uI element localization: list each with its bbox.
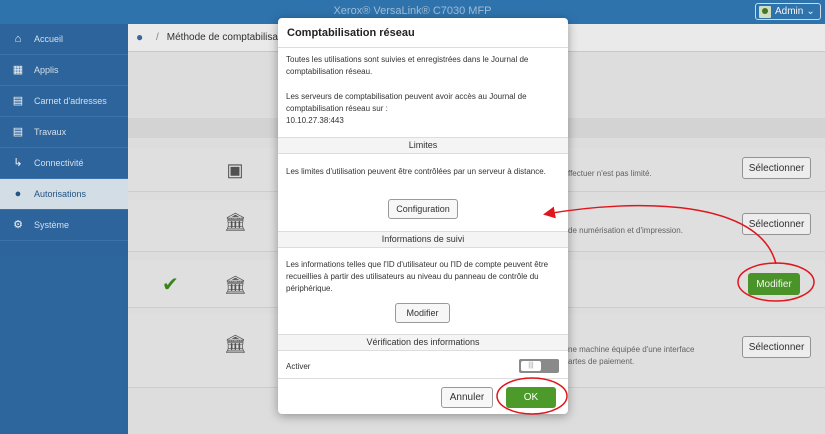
- enable-toggle[interactable]: |||: [519, 359, 559, 373]
- limits-heading: Limites: [278, 137, 568, 154]
- configuration-button[interactable]: Configuration: [388, 199, 458, 219]
- tracking-text: Les informations telles que l'ID d'utili…: [286, 260, 549, 293]
- cancel-button[interactable]: Annuler: [441, 387, 493, 408]
- dialog-title: Comptabilisation réseau: [278, 18, 568, 48]
- ok-button[interactable]: OK: [506, 387, 556, 408]
- server-address: 10.10.27.38:443: [286, 116, 344, 125]
- intro-text-2: Les serveurs de comptabilisation peuvent…: [286, 92, 527, 113]
- network-accounting-dialog: Comptabilisation réseau Toutes les utili…: [278, 18, 568, 414]
- tracking-heading: Informations de suivi: [278, 231, 568, 248]
- limits-text: Les limites d'utilisation peuvent être c…: [286, 167, 546, 176]
- toggle-knob: |||: [521, 361, 541, 371]
- dialog-footer: Annuler OK: [278, 378, 568, 414]
- verification-heading: Vérification des informations: [278, 334, 568, 351]
- intro-text-1: Toutes les utilisations sont suivies et …: [286, 55, 529, 76]
- tracking-modify-button[interactable]: Modifier: [395, 303, 450, 323]
